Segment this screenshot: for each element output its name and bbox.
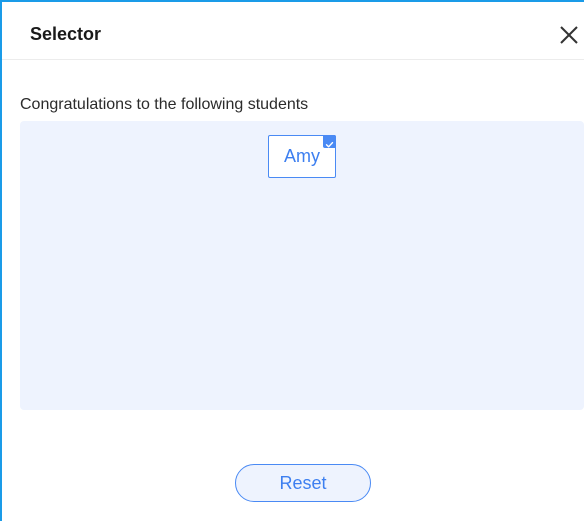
check-icon <box>323 135 336 148</box>
window-header: Selector <box>2 2 584 60</box>
congratulations-text: Congratulations to the following student… <box>20 96 309 113</box>
window-title: Selector <box>30 24 102 44</box>
selector-window: Selector Congratulations to the followin… <box>0 0 584 521</box>
selected-students-panel: Amy <box>20 121 584 410</box>
reset-button[interactable]: Reset <box>235 464 371 502</box>
student-name: Amy <box>284 146 320 166</box>
student-chip[interactable]: Amy <box>268 135 336 178</box>
close-icon[interactable] <box>558 24 580 46</box>
